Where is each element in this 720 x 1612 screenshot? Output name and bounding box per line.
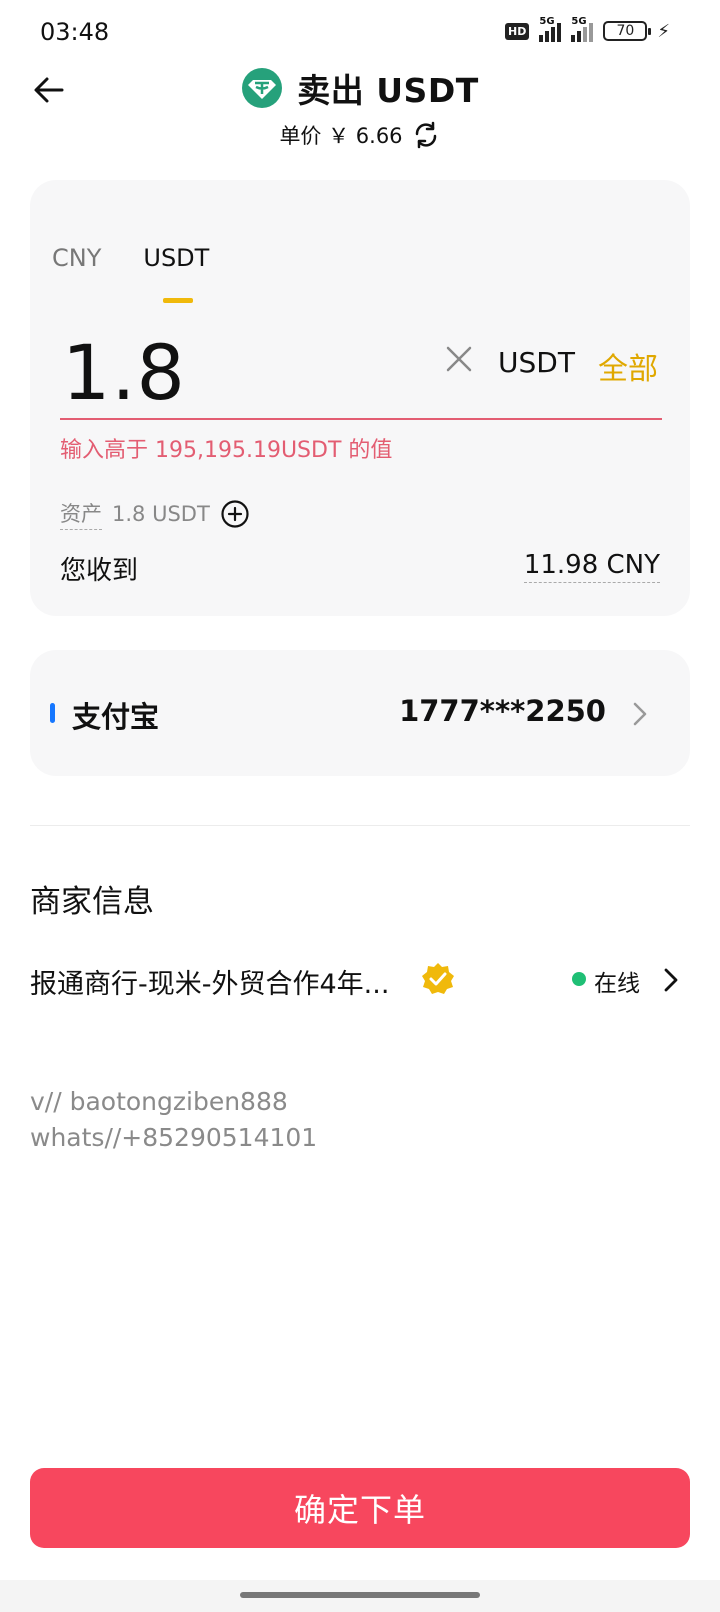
signal-icon-secondary: 5G xyxy=(571,16,594,42)
signal-icon: 5G xyxy=(539,16,562,42)
amount-unit: USDT xyxy=(498,346,575,379)
status-icons: HD 5G 5G 70 ⚡ xyxy=(505,16,670,42)
tether-coin-icon xyxy=(242,68,283,108)
confirm-order-button[interactable]: 确定下单 xyxy=(30,1468,690,1548)
asset-value: 1.8 USDT xyxy=(112,502,210,526)
chevron-right-icon xyxy=(633,702,647,726)
amount-card: CNY USDT 1.8 USDT 全部 输入高于 195,195.19USDT… xyxy=(30,180,690,616)
contact-line-wechat: v// baotongziben888 xyxy=(30,1087,288,1116)
hd-icon: HD xyxy=(505,22,530,40)
page-title: 卖出 USDT xyxy=(297,71,479,110)
verified-badge-icon xyxy=(422,963,454,994)
error-message: 输入高于 195,195.19USDT 的值 xyxy=(60,438,393,463)
unit-price-row: 单价 ￥ 6.66 xyxy=(0,120,720,150)
payment-method-card[interactable]: 支付宝 1777***2250 xyxy=(30,650,690,776)
refresh-icon[interactable] xyxy=(411,120,441,150)
max-button[interactable]: 全部 xyxy=(598,344,658,388)
page-header: 卖出 USDT xyxy=(0,64,720,112)
merchant-name: 报通商行-现米-外贸合作4年... xyxy=(30,969,390,1000)
tab-usdt[interactable]: USDT xyxy=(143,244,210,303)
online-status-dot xyxy=(572,972,586,986)
charging-icon: ⚡ xyxy=(657,20,670,42)
payment-accent-bar xyxy=(50,703,55,723)
signal-5g-tag: 5G xyxy=(539,16,555,27)
section-divider xyxy=(30,825,690,826)
home-indicator[interactable] xyxy=(240,1592,480,1598)
status-time: 03:48 xyxy=(40,18,110,46)
tab-cny[interactable]: CNY xyxy=(52,244,101,272)
unit-price: 单价 ￥ 6.66 xyxy=(279,124,403,148)
merchant-row[interactable]: 报通商行-现米-外贸合作4年... 在线 xyxy=(30,958,690,1004)
tab-usdt-label: USDT xyxy=(143,244,210,272)
merchant-section-title: 商家信息 xyxy=(30,884,154,920)
contact-line-whatsapp: whats//+85290514101 xyxy=(30,1123,318,1152)
battery-icon: 70 xyxy=(603,21,652,41)
currency-tabs: CNY USDT xyxy=(52,244,210,303)
merchant-contact-info: v// baotongziben888 whats//+85290514101 xyxy=(30,1084,317,1156)
asset-row: 资产 1.8 USDT xyxy=(60,498,250,530)
chevron-right-icon xyxy=(664,968,678,992)
add-circle-icon[interactable] xyxy=(220,499,250,529)
asset-label[interactable]: 资产 xyxy=(60,498,102,530)
online-status-text: 在线 xyxy=(594,971,640,997)
amount-input[interactable]: 1.8 xyxy=(62,328,186,417)
input-underline xyxy=(60,418,662,420)
active-tab-indicator xyxy=(163,298,194,303)
receive-value[interactable]: 11.98 CNY xyxy=(523,550,660,583)
status-bar: 03:48 HD 5G 5G 70 ⚡ xyxy=(0,0,720,64)
signal-5g-tag-secondary: 5G xyxy=(571,16,587,27)
payment-method-name: 支付宝 xyxy=(72,700,160,734)
clear-icon[interactable] xyxy=(444,344,474,374)
receive-label: 您收到 xyxy=(60,556,139,586)
payment-account: 1777***2250 xyxy=(399,694,606,728)
